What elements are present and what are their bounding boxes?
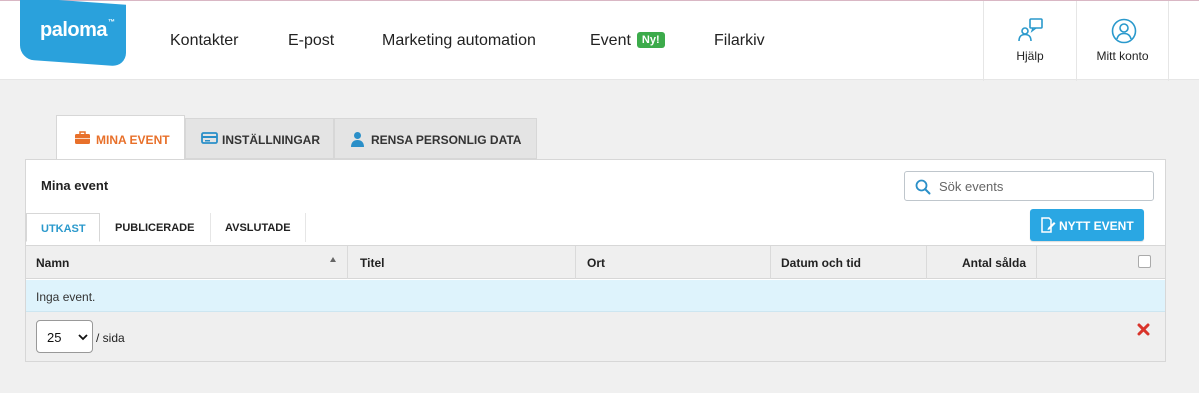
column-namn[interactable]: Namn <box>26 246 348 279</box>
nav-event[interactable]: Event Ny! <box>590 32 665 50</box>
search-box[interactable] <box>904 171 1154 201</box>
column-datum-label: Datum och tid <box>781 256 861 270</box>
events-panel: Mina event UTKAST PUBLICERADE AVSLUTADE … <box>25 159 1166 362</box>
tab-rensa-personlig-data[interactable]: RENSA PERSONLIG DATA <box>334 118 537 159</box>
chevron-down-icon <box>78 334 88 341</box>
column-titel[interactable]: Titel <box>348 246 576 279</box>
new-event-label: NYTT EVENT <box>1059 219 1134 233</box>
briefcase-icon <box>75 131 90 144</box>
column-namn-label: Namn <box>36 256 70 270</box>
panel-title: Mina event <box>41 178 109 193</box>
search-input[interactable] <box>939 177 1144 195</box>
new-event-button[interactable]: NYTT EVENT <box>1030 209 1144 241</box>
subtab-publicerade-label: PUBLICERADE <box>115 222 195 234</box>
page-size-value: 25 <box>47 330 62 345</box>
help-button[interactable]: Hjälp <box>983 1 1076 81</box>
column-ort[interactable]: Ort <box>576 246 771 279</box>
nav-event-label: Event <box>590 32 631 49</box>
select-all-checkbox[interactable] <box>1138 255 1151 268</box>
empty-message: Inga event. <box>36 290 96 304</box>
delete-icon[interactable] <box>1137 323 1150 336</box>
column-ort-label: Ort <box>587 256 605 270</box>
new-badge: Ny! <box>636 32 665 48</box>
column-antal-salda[interactable]: Antal sålda <box>927 246 1037 279</box>
help-label: Hjälp <box>1016 49 1044 63</box>
subtab-avslutade-label: AVSLUTADE <box>225 222 291 234</box>
column-titel-label: Titel <box>360 256 385 270</box>
search-icon <box>915 179 931 195</box>
card-icon <box>201 132 218 144</box>
nav-e-post[interactable]: E-post <box>288 32 334 50</box>
tab-rensa-label: RENSA PERSONLIG DATA <box>371 133 522 147</box>
tab-installningar[interactable]: INSTÄLLNINGAR <box>185 118 334 159</box>
subtab-avslutade[interactable]: AVSLUTADE <box>211 213 306 242</box>
subtab-utkast-label: UTKAST <box>41 223 86 235</box>
page-size-select[interactable]: 25 <box>36 320 93 353</box>
column-antal-label: Antal sålda <box>961 256 1026 270</box>
user-circle-icon <box>1111 18 1137 44</box>
column-datum-och-tid[interactable]: Datum och tid <box>771 246 927 279</box>
table-row-empty: Inga event. <box>26 280 1165 312</box>
new-document-icon <box>1041 217 1056 233</box>
top-bar: paloma™ Kontakter E-post Marketing autom… <box>0 0 1199 81</box>
sort-ascending-icon <box>330 257 336 262</box>
nav-kontakter[interactable]: Kontakter <box>170 32 238 50</box>
tab-installningar-label: INSTÄLLNINGAR <box>222 133 320 147</box>
subtab-publicerade[interactable]: PUBLICERADE <box>101 213 211 242</box>
account-button[interactable]: Mitt konto <box>1076 1 1169 81</box>
tab-mina-event-label: MINA EVENT <box>96 133 170 147</box>
table-footer: 25 / sida <box>26 312 1165 361</box>
nav-marketing-automation[interactable]: Marketing automation <box>382 32 536 50</box>
person-icon <box>351 132 364 147</box>
tab-mina-event[interactable]: MINA EVENT <box>56 115 185 160</box>
account-label: Mitt konto <box>1096 49 1149 63</box>
help-chat-icon <box>1018 18 1043 42</box>
nav-filarkiv[interactable]: Filarkiv <box>714 32 765 50</box>
logo-text[interactable]: paloma™ <box>40 19 115 42</box>
table-header: Namn Titel Ort Datum och tid Antal sålda <box>26 245 1165 279</box>
subtab-utkast[interactable]: UTKAST <box>26 213 100 242</box>
per-page-label: / sida <box>96 331 125 345</box>
